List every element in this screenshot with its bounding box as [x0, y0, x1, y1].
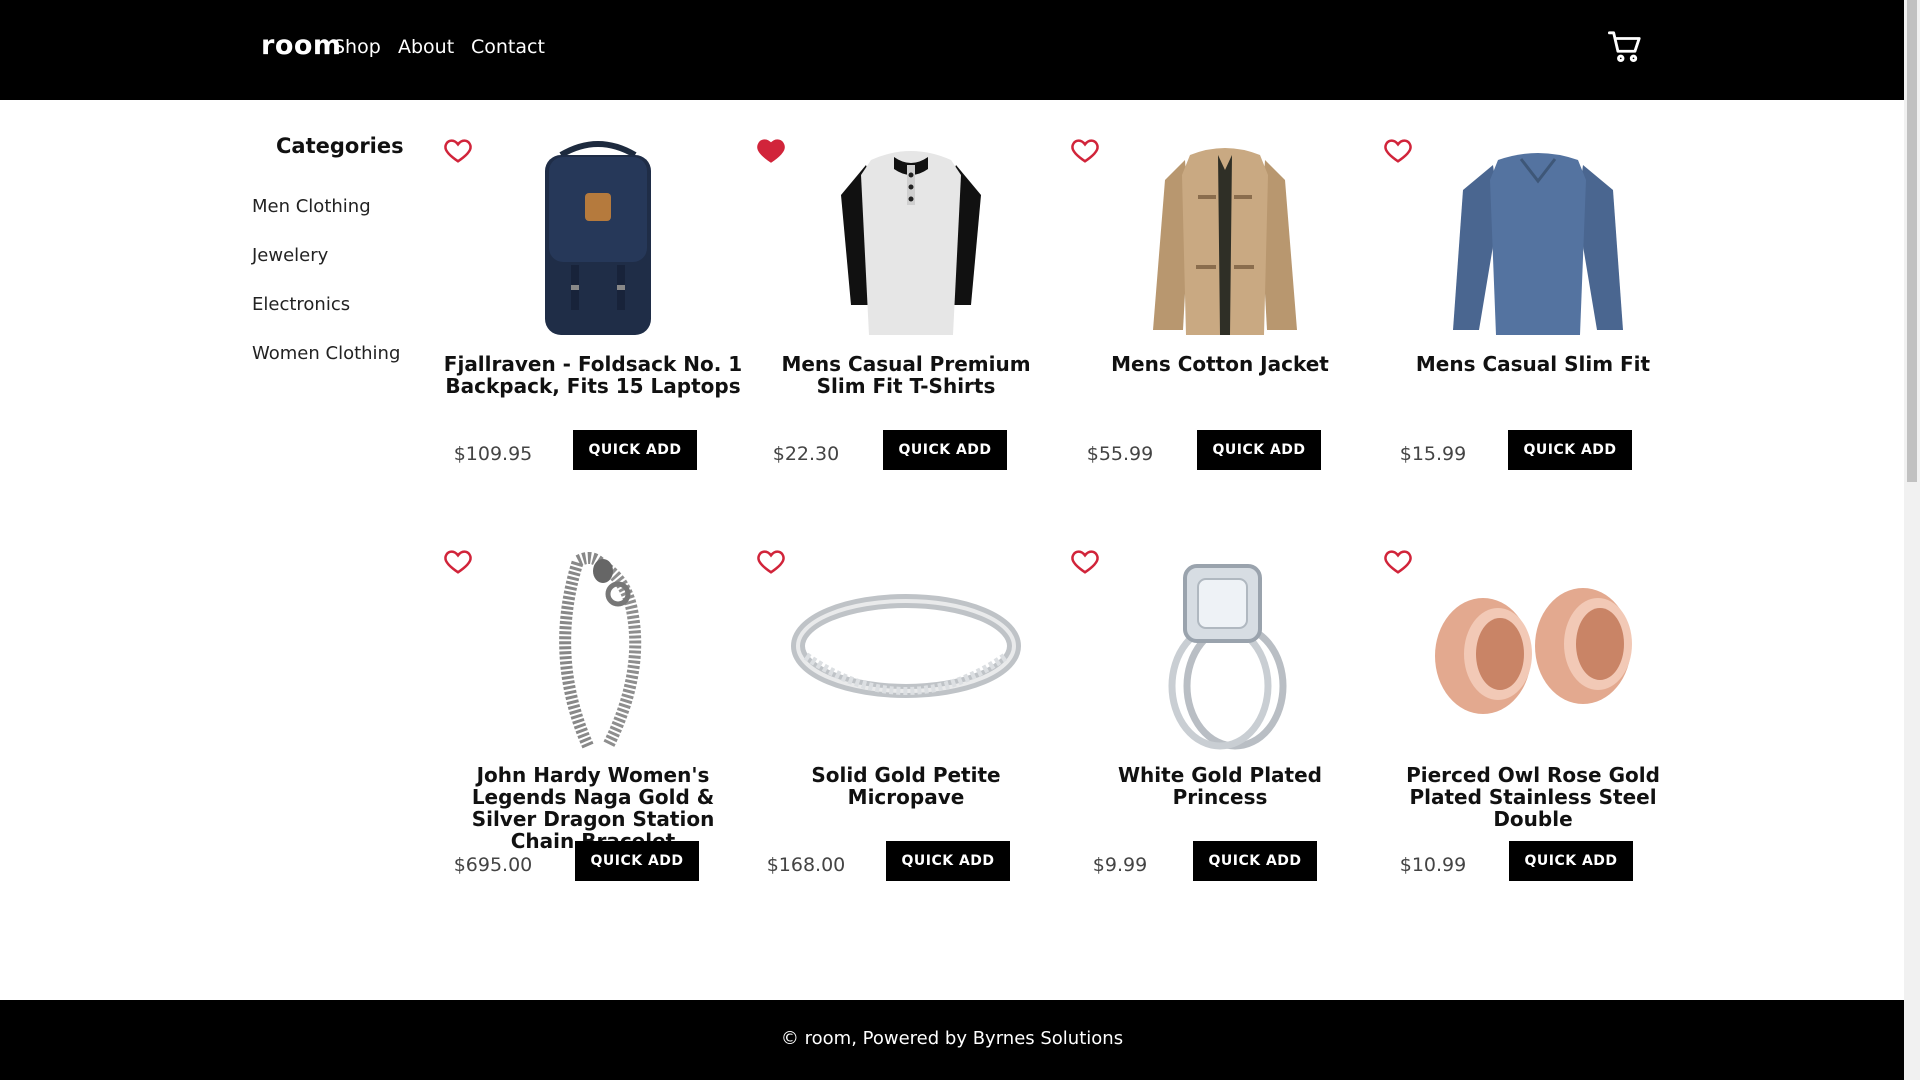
- categories-heading: Categories: [276, 134, 404, 158]
- heart-icon[interactable]: [443, 546, 473, 576]
- jacket-image[interactable]: [1110, 135, 1340, 340]
- product-price: $695.00: [453, 854, 533, 876]
- category-men-clothing[interactable]: Men Clothing: [252, 196, 371, 217]
- quick-add-button[interactable]: QUICK ADD: [1509, 841, 1633, 881]
- product-card: Mens Casual Slim Fit $15.99 QUICK ADD: [1383, 135, 1683, 555]
- nav-link-about[interactable]: About: [398, 36, 454, 58]
- product-card: White Gold Plated Princess $9.99 QUICK A…: [1070, 546, 1370, 966]
- band-ring-image[interactable]: [756, 546, 1056, 751]
- footer-text: © room, Powered by Byrnes Solutions: [780, 1028, 1124, 1049]
- quick-add-button[interactable]: QUICK ADD: [883, 430, 1007, 470]
- product-card: Mens Cotton Jacket $55.99 QUICK ADD: [1070, 135, 1370, 555]
- quick-add-button[interactable]: QUICK ADD: [886, 841, 1010, 881]
- nav-link-shop[interactable]: Shop: [333, 36, 381, 58]
- bracelet-image[interactable]: [483, 546, 713, 751]
- quick-add-button[interactable]: QUICK ADD: [575, 841, 699, 881]
- product-card: Mens Casual Premium Slim Fit T-Shirts $2…: [756, 135, 1056, 555]
- quick-add-button[interactable]: QUICK ADD: [573, 430, 697, 470]
- brand-logo[interactable]: room: [261, 30, 342, 61]
- product-price: $22.30: [772, 443, 840, 465]
- product-title[interactable]: Pierced Owl Rose Gold Plated Stainless S…: [1383, 764, 1683, 830]
- quick-add-button[interactable]: QUICK ADD: [1193, 841, 1317, 881]
- product-title[interactable]: Fjallraven - Foldsack No. 1 Backpack, Fi…: [443, 353, 743, 397]
- product-card: John Hardy Women's Legends Naga Gold & S…: [443, 546, 743, 966]
- heart-icon[interactable]: [1383, 135, 1413, 165]
- t-shirt-image[interactable]: [796, 135, 1026, 340]
- product-card: Solid Gold Petite Micropave $168.00 QUIC…: [756, 546, 1056, 966]
- category-women-clothing[interactable]: Women Clothing: [252, 343, 400, 364]
- long-sleeve-shirt-image[interactable]: [1423, 135, 1653, 340]
- footer: © room, Powered by Byrnes Solutions: [0, 1000, 1904, 1080]
- quick-add-button[interactable]: QUICK ADD: [1508, 430, 1632, 470]
- diamond-ring-image[interactable]: [1110, 546, 1340, 751]
- product-price: $55.99: [1086, 443, 1154, 465]
- product-card: Fjallraven - Foldsack No. 1 Backpack, Fi…: [443, 135, 743, 555]
- nav-link-contact[interactable]: Contact: [471, 36, 545, 58]
- heart-icon[interactable]: [1070, 546, 1100, 576]
- rose-gold-plugs-image[interactable]: [1383, 546, 1683, 751]
- product-title[interactable]: Mens Casual Slim Fit: [1383, 353, 1683, 375]
- product-price: $15.99: [1399, 443, 1467, 465]
- cart-icon[interactable]: [1608, 30, 1642, 64]
- category-electronics[interactable]: Electronics: [252, 294, 350, 315]
- product-price: $168.00: [766, 854, 846, 876]
- product-price: $109.95: [453, 443, 533, 465]
- product-card: Pierced Owl Rose Gold Plated Stainless S…: [1383, 546, 1683, 966]
- heart-icon[interactable]: [756, 135, 786, 165]
- quick-add-button[interactable]: QUICK ADD: [1197, 430, 1321, 470]
- backpack-image[interactable]: [483, 135, 713, 340]
- heart-icon[interactable]: [1070, 135, 1100, 165]
- category-jewelery[interactable]: Jewelery: [252, 245, 328, 266]
- product-title[interactable]: John Hardy Women's Legends Naga Gold & S…: [443, 764, 743, 852]
- product-title[interactable]: Mens Cotton Jacket: [1070, 353, 1370, 375]
- product-title[interactable]: White Gold Plated Princess: [1070, 764, 1370, 808]
- product-price: $10.99: [1399, 854, 1467, 876]
- product-title[interactable]: Solid Gold Petite Micropave: [756, 764, 1056, 808]
- heart-icon[interactable]: [443, 135, 473, 165]
- top-navbar: room Shop About Contact: [0, 0, 1904, 100]
- product-title[interactable]: Mens Casual Premium Slim Fit T-Shirts: [756, 353, 1056, 397]
- scrollbar-thumb[interactable]: [1907, 0, 1917, 482]
- product-price: $9.99: [1092, 854, 1148, 876]
- page-scrollbar[interactable]: [1904, 0, 1920, 1080]
